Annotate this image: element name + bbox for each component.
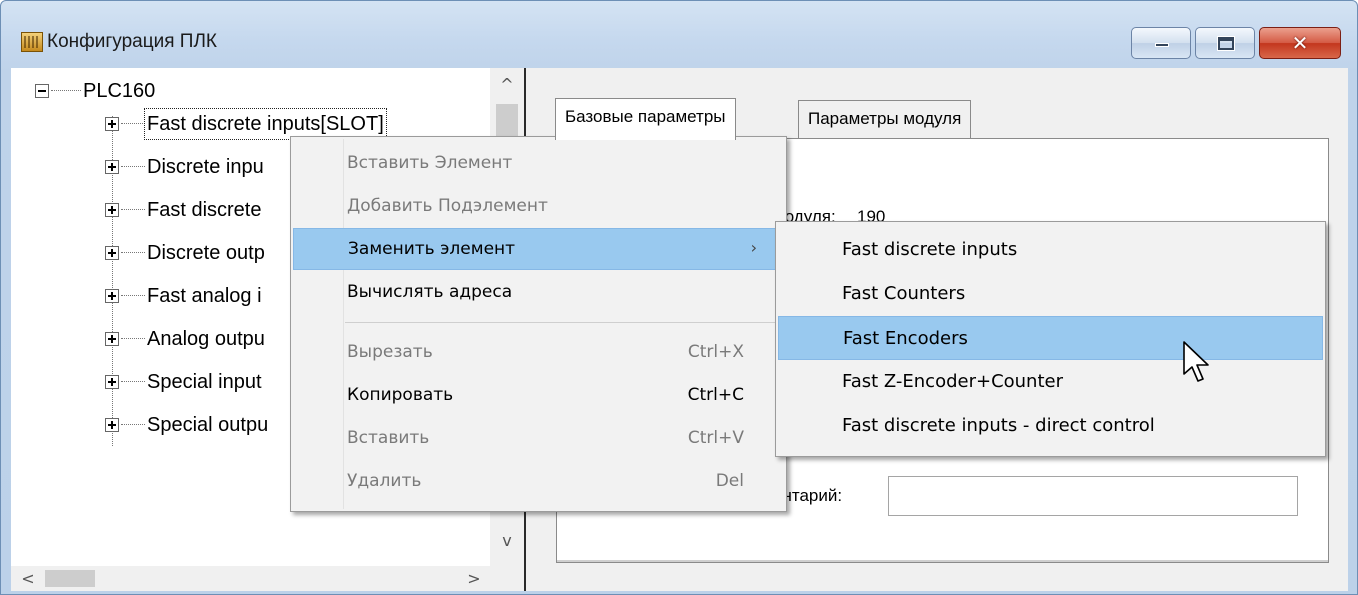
maximize-button[interactable]	[1195, 27, 1255, 59]
submenu-item[interactable]: Fast discrete inputs - direct control	[778, 404, 1323, 448]
expand-icon[interactable]	[105, 203, 119, 217]
expand-icon[interactable]	[105, 246, 119, 260]
mouse-pointer-icon	[1183, 341, 1209, 382]
expand-icon[interactable]	[105, 418, 119, 432]
tree-node-label: Fast analog i	[147, 285, 262, 307]
app-grid-icon	[21, 32, 43, 52]
menu-item-copy[interactable]: Копировать Ctrl+C	[293, 375, 784, 417]
scroll-right-icon[interactable]: >	[459, 566, 489, 591]
tree-connector	[121, 338, 145, 339]
close-icon: ✕	[1291, 31, 1309, 55]
tab-base-params[interactable]: Базовые параметры	[555, 98, 736, 140]
close-button[interactable]: ✕	[1259, 27, 1341, 59]
menu-item-insert-element[interactable]: Вставить Элемент	[293, 143, 784, 185]
tab-module-params[interactable]: Параметры модуля	[798, 100, 972, 138]
minimize-icon	[1155, 43, 1169, 47]
tree-connector	[121, 381, 145, 382]
scroll-up-icon[interactable]: ^	[490, 70, 524, 100]
submenu-item[interactable]: Fast Counters	[778, 272, 1323, 316]
tree-node-label: Fast discrete inputs[SLOT]	[144, 108, 387, 140]
tree-horizontal-scrollbar[interactable]: < >	[11, 566, 524, 591]
submenu-item-highlighted[interactable]: Fast Encoders	[778, 316, 1323, 360]
replace-element-submenu: Fast discrete inputs Fast Counters Fast …	[775, 221, 1326, 457]
menu-item-add-subelement[interactable]: Добавить Подэлемент	[293, 186, 784, 228]
tree-connector	[121, 123, 145, 124]
menu-item-replace-element[interactable]: Заменить элемент ›	[293, 228, 784, 270]
expand-icon[interactable]	[105, 375, 119, 389]
title-bar[interactable]: Конфигурация ПЛК ✕	[1, 1, 1357, 67]
tree-node-label: Discrete inpu	[147, 156, 264, 178]
submenu-arrow-icon: ›	[750, 238, 757, 257]
minimize-button[interactable]	[1131, 27, 1191, 59]
window-title: Конфигурация ПЛК	[47, 31, 217, 52]
context-menu: Вставить Элемент Добавить Подэлемент Зам…	[290, 136, 787, 512]
tree-connector	[51, 90, 81, 91]
menu-item-calc-addresses[interactable]: Вычислять адреса	[293, 272, 784, 314]
tree-connector	[121, 252, 145, 253]
scroll-down-icon[interactable]: v	[490, 526, 524, 556]
tree-node-label: Fast discrete	[147, 199, 262, 221]
tree-connector	[121, 424, 145, 425]
expand-icon[interactable]	[105, 289, 119, 303]
tree-node-label: Special outpu	[147, 414, 269, 436]
tree-connector	[121, 295, 145, 296]
scroll-left-icon[interactable]: <	[13, 566, 43, 591]
menu-item-paste[interactable]: Вставить Ctrl+V	[293, 418, 784, 460]
expand-icon[interactable]	[105, 332, 119, 346]
expand-icon[interactable]	[105, 117, 119, 131]
tree-node-label: Discrete outp	[147, 242, 265, 264]
tree-connector	[121, 209, 145, 210]
maximize-icon	[1217, 36, 1235, 51]
collapse-icon[interactable]	[35, 84, 49, 98]
menu-separator	[345, 322, 782, 323]
tree-node-label: Analog outpu	[147, 328, 265, 350]
scroll-thumb[interactable]	[45, 570, 95, 587]
tree-connector	[121, 166, 145, 167]
submenu-item[interactable]: Fast discrete inputs	[778, 228, 1323, 272]
submenu-item[interactable]: Fast Z-Encoder+Counter	[778, 360, 1323, 404]
tree-node-label: Special input	[147, 371, 262, 393]
comment-input[interactable]	[888, 476, 1298, 516]
menu-item-cut[interactable]: Вырезать Ctrl+X	[293, 332, 784, 374]
menu-item-delete[interactable]: Удалить Del	[293, 461, 784, 503]
tree-root-label: PLC160	[83, 80, 156, 102]
expand-icon[interactable]	[105, 160, 119, 174]
